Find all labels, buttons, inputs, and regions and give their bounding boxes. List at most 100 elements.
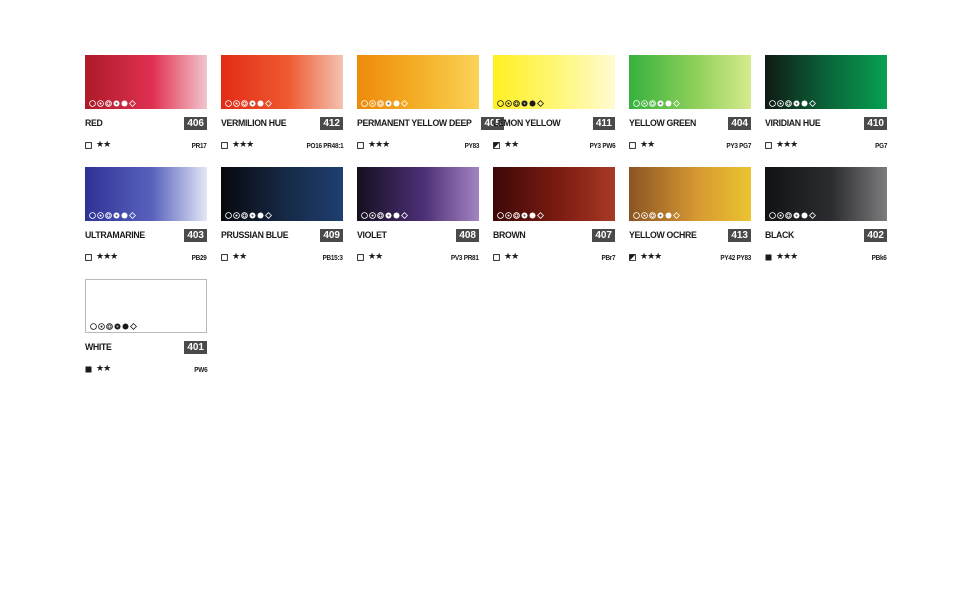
circle-target-icon	[649, 212, 656, 219]
diamond-icon	[129, 212, 136, 219]
info-row: ★★★ PO16 PR48:1	[221, 140, 343, 150]
color-swatch	[85, 55, 207, 109]
ratings: ★★★	[765, 140, 798, 150]
circle-outline-icon	[225, 212, 232, 219]
color-card: VERMILION HUE 412 ★★★ PO16 PR48:1	[221, 55, 343, 153]
color-number-badge: 403	[184, 228, 207, 242]
transparency-indicator	[357, 253, 364, 261]
color-card: ULTRAMARINE 403 ★★★ PB29	[85, 167, 207, 265]
diamond-icon	[129, 100, 136, 107]
color-swatch	[629, 167, 751, 221]
transparent-square-icon	[221, 141, 228, 149]
filled-circle-icon	[665, 212, 672, 219]
lightfastness-stars: ★★★	[232, 140, 254, 150]
property-icons	[361, 212, 408, 219]
circle-target-icon	[785, 212, 792, 219]
ratings: ★★	[629, 140, 655, 150]
ratings: ★★★	[357, 140, 390, 150]
circle-cross-icon	[793, 212, 800, 219]
circle-outline-icon	[769, 212, 776, 219]
transparency-indicator	[629, 141, 636, 149]
circle-target-icon	[241, 212, 248, 219]
transparent-square-icon	[357, 141, 364, 149]
name-row: VIOLET 408	[357, 228, 479, 242]
circle-dot-icon	[369, 100, 376, 107]
ratings: ★★★	[85, 252, 118, 262]
circle-dot-icon	[641, 100, 648, 107]
color-name: PERMANENT YELLOW DEEP	[357, 117, 472, 129]
color-number-badge: 406	[184, 116, 207, 130]
name-row: BLACK 402	[765, 228, 887, 242]
transparent-square-icon	[493, 253, 500, 261]
filled-circle-icon	[529, 212, 536, 219]
transparency-indicator	[357, 141, 364, 149]
filled-circle-icon	[801, 212, 808, 219]
property-icons	[769, 100, 816, 107]
info-row: ★★ PY3 PG7	[629, 140, 751, 150]
circle-dot-icon	[97, 100, 104, 107]
transparent-square-icon	[357, 253, 364, 261]
lightfastness-stars: ★★	[368, 252, 383, 262]
name-row: PERMANENT YELLOW DEEP 405	[357, 116, 505, 130]
color-card: WHITE 401 ★★ PW6	[85, 279, 207, 377]
circle-cross-icon	[793, 100, 800, 107]
property-icons	[90, 323, 137, 330]
ratings: ★★	[85, 140, 111, 150]
pigment-code: PG7	[875, 140, 887, 150]
color-name: VIOLET	[357, 229, 387, 241]
property-icons	[361, 100, 408, 107]
color-name: VERMILION HUE	[221, 117, 287, 129]
color-number-badge: 409	[320, 228, 343, 242]
color-card: PRUSSIAN BLUE 409 ★★ PB15:3	[221, 167, 343, 265]
pigment-code: PY3 PW6	[589, 140, 615, 150]
color-name: VIRIDIAN HUE	[765, 117, 821, 129]
color-number-badge: 402	[864, 228, 887, 242]
diamond-icon	[537, 212, 544, 219]
pigment-code: PB15:3	[322, 252, 343, 262]
circle-outline-icon	[497, 100, 504, 107]
circle-outline-icon	[769, 100, 776, 107]
name-row: YELLOW OCHRE 413	[629, 228, 751, 242]
filled-circle-icon	[393, 100, 400, 107]
circle-target-icon	[377, 100, 384, 107]
color-swatch	[357, 55, 479, 109]
color-name: BROWN	[493, 229, 526, 241]
circle-target-icon	[513, 212, 520, 219]
filled-circle-icon	[121, 212, 128, 219]
property-icons	[89, 100, 136, 107]
circle-dot-icon	[233, 212, 240, 219]
color-card: YELLOW OCHRE 413 ★★★ PY42 PY83	[629, 167, 751, 265]
circle-outline-icon	[361, 212, 368, 219]
pigment-code: PR17	[192, 140, 207, 150]
transparent-square-icon	[85, 253, 92, 261]
info-row: ★★★ PG7	[765, 140, 887, 150]
transparency-indicator	[221, 253, 228, 261]
color-card: RED 406 ★★ PR17	[85, 55, 207, 153]
circle-target-icon	[105, 100, 112, 107]
filled-circle-icon	[529, 100, 536, 107]
info-row: ★★ PR17	[85, 140, 207, 150]
diamond-icon	[401, 100, 408, 107]
pigment-code: PO16 PR48:1	[306, 140, 343, 150]
color-number-badge: 410	[864, 116, 887, 130]
circle-outline-icon	[633, 100, 640, 107]
color-swatch	[221, 55, 343, 109]
color-number-badge: 408	[456, 228, 479, 242]
name-row: VIRIDIAN HUE 410	[765, 116, 887, 130]
name-row: ULTRAMARINE 403	[85, 228, 207, 242]
color-name: ULTRAMARINE	[85, 229, 145, 241]
ratings: ★★	[493, 140, 519, 150]
lightfastness-stars: ★★★	[640, 252, 662, 262]
color-name: YELLOW GREEN	[629, 117, 697, 129]
lightfastness-stars: ★★★	[776, 252, 798, 262]
property-icons	[225, 212, 272, 219]
lightfastness-stars: ★★	[640, 140, 655, 150]
ratings: ★★	[357, 252, 383, 262]
color-card: VIRIDIAN HUE 410 ★★★ PG7	[765, 55, 887, 153]
name-row: LEMON YELLOW 411	[493, 116, 615, 130]
info-row: ★★★ PBk6	[765, 252, 887, 262]
lightfastness-stars: ★★	[232, 252, 247, 262]
color-swatch	[493, 55, 615, 109]
ratings: ★★	[493, 252, 519, 262]
filled-circle-icon	[393, 212, 400, 219]
